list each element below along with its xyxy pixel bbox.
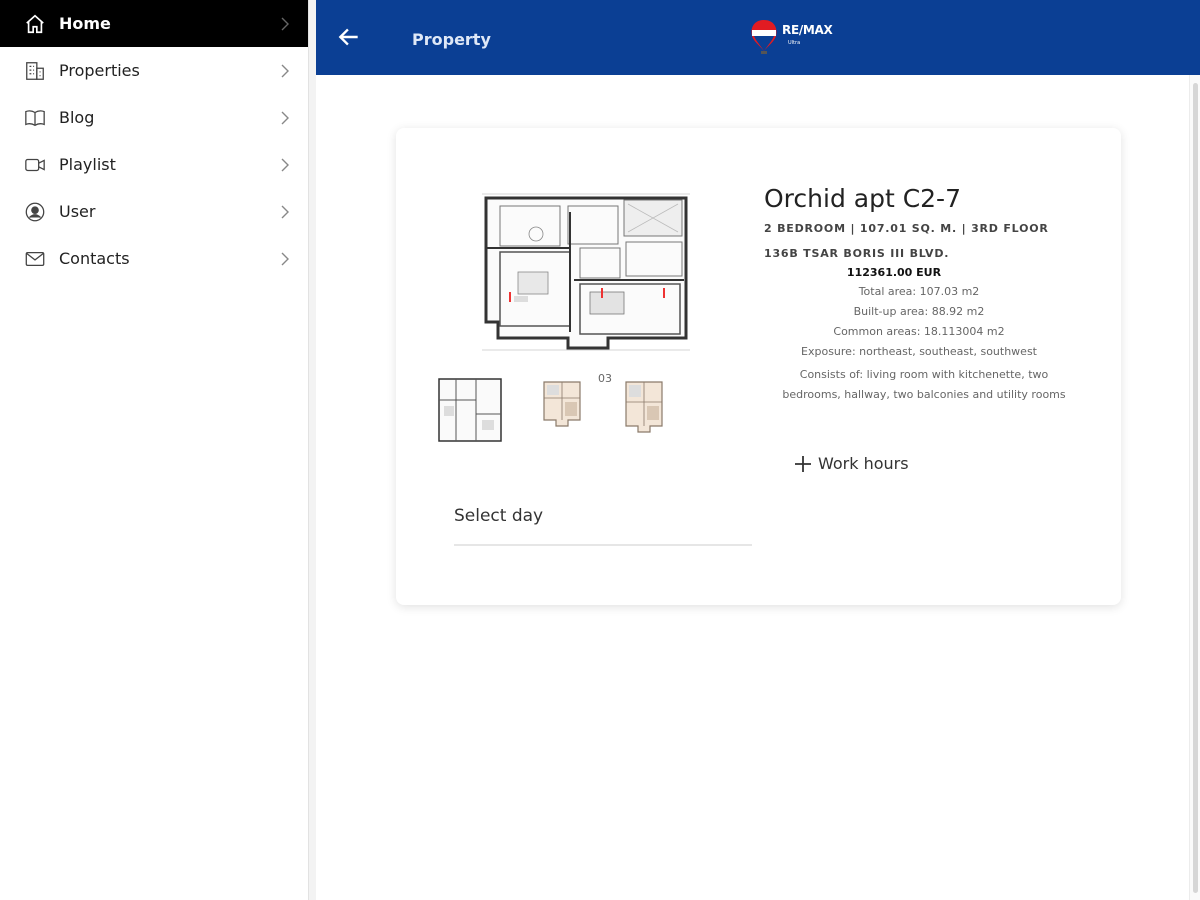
book-icon	[22, 107, 48, 129]
user-icon	[22, 201, 48, 223]
thumbnail-1[interactable]	[436, 376, 504, 446]
sidebar-item-label: Blog	[59, 108, 95, 127]
main-content: 03 Orchid apt C2-7 2 BEDROOM | 107.01 SQ…	[316, 75, 1200, 900]
property-address: 136B TSAR BORIS III BLVD.	[764, 247, 950, 260]
sidebar-item-label: Playlist	[59, 155, 116, 174]
sidebar: Home Properties Blog Playlist User Conta…	[0, 0, 308, 900]
chevron-right-icon	[280, 158, 294, 172]
mail-icon	[22, 248, 48, 270]
balloon-logo-icon	[751, 20, 777, 54]
chevron-right-icon	[280, 252, 294, 266]
total-area: Total area: 107.03 m2	[858, 285, 980, 298]
property-info: Orchid apt C2-7 2 BEDROOM | 107.01 SQ. M…	[764, 184, 1084, 405]
scrollbar[interactable]	[1189, 75, 1200, 900]
chevron-right-icon	[280, 17, 294, 31]
remax-logo: RE/MAX Ultra	[748, 18, 833, 54]
floor-plan-image[interactable]	[478, 192, 692, 352]
built-up-area: Built-up area: 88.92 m2	[853, 305, 985, 318]
logo-subtext: Ultra	[788, 40, 801, 46]
property-price: 112361.00 EUR	[846, 266, 942, 279]
chevron-right-icon	[280, 111, 294, 125]
property-summary: 2 BEDROOM | 107.01 SQ. M. | 3RD FLOOR	[764, 222, 1049, 235]
home-icon	[22, 13, 48, 35]
chevron-right-icon	[280, 205, 294, 219]
plus-icon	[795, 455, 811, 472]
sidebar-item-home[interactable]: Home	[0, 0, 308, 47]
work-hours-label: Work hours	[818, 454, 909, 473]
app-header: Property RE/MAX Ultra	[316, 0, 1200, 75]
select-day-underline	[454, 544, 752, 546]
exposure: Exposure: northeast, southeast, southwes…	[801, 345, 1037, 358]
sidebar-item-properties[interactable]: Properties	[0, 47, 308, 94]
sidebar-item-contacts[interactable]: Contacts	[0, 235, 308, 282]
arrow-left-icon	[338, 28, 358, 46]
sidebar-item-playlist[interactable]: Playlist	[0, 141, 308, 188]
work-hours-button[interactable]: Work hours	[794, 454, 909, 473]
sidebar-item-label: Properties	[59, 61, 140, 80]
consists-of: Consists of: living room with kitchenett…	[782, 368, 1066, 401]
thumbnail-3[interactable]	[620, 376, 668, 436]
thumbnail-strip: 03	[436, 372, 736, 452]
sidebar-item-blog[interactable]: Blog	[0, 94, 308, 141]
chevron-right-icon	[280, 64, 294, 78]
scrollbar-thumb[interactable]	[1193, 83, 1198, 893]
sidebar-item-user[interactable]: User	[0, 188, 308, 235]
sidebar-item-label: User	[59, 202, 96, 221]
select-day-dropdown[interactable]: Select day	[454, 506, 752, 546]
property-title: Orchid apt C2-7	[764, 184, 961, 213]
video-icon	[22, 154, 48, 176]
sidebar-item-label: Contacts	[59, 249, 130, 268]
sidebar-divider	[308, 0, 316, 900]
gallery-counter: 03	[598, 372, 612, 385]
logo-text: RE/MAX	[782, 23, 833, 37]
select-day-label: Select day	[454, 506, 544, 526]
thumbnail-2[interactable]	[538, 376, 586, 428]
page-title: Property	[412, 30, 491, 49]
back-button[interactable]	[336, 24, 364, 52]
common-areas: Common areas: 18.113004 m2	[833, 325, 1005, 338]
building-icon	[22, 60, 48, 82]
property-card: 03 Orchid apt C2-7 2 BEDROOM | 107.01 SQ…	[396, 128, 1121, 605]
sidebar-item-label: Home	[59, 14, 111, 33]
